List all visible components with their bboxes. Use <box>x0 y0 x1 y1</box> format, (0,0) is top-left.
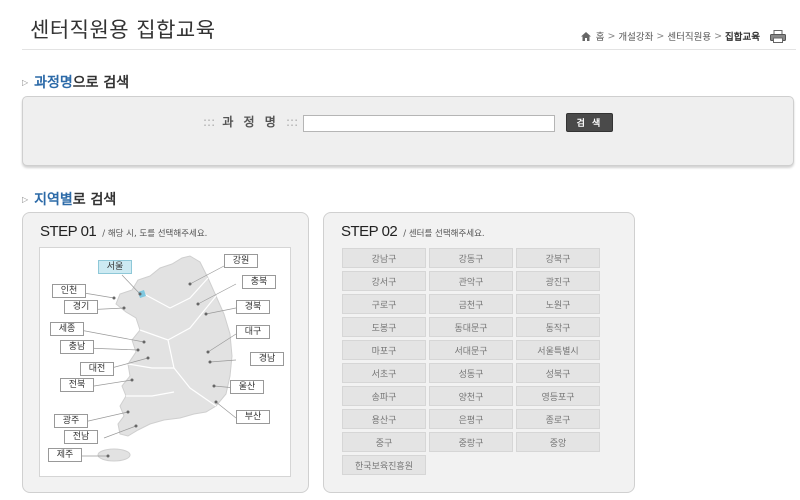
breadcrumb-separator: > <box>607 30 616 42</box>
course-name-input[interactable] <box>303 115 555 132</box>
label-dots-left: ::: <box>203 115 216 129</box>
center-button[interactable]: 성동구 <box>429 363 513 383</box>
triangle-bullet-icon: ▷ <box>22 194 29 204</box>
center-button[interactable]: 마포구 <box>342 340 426 360</box>
label-dots-right: ::: <box>286 115 299 129</box>
course-name-label: ::: 과 정 명 ::: <box>203 113 298 130</box>
breadcrumb-center-staff[interactable]: 센터직원용 <box>667 29 711 43</box>
region-jeonnam[interactable]: 전남 <box>64 430 98 444</box>
region-jeju[interactable]: 제주 <box>48 448 82 462</box>
course-search-heading-highlight: 과정명 <box>34 75 73 91</box>
search-button[interactable]: 검 색 <box>566 113 613 132</box>
step2-description: / 센터를 선택해주세요. <box>403 229 485 239</box>
center-button[interactable]: 강동구 <box>429 248 513 268</box>
center-button[interactable]: 용산구 <box>342 409 426 429</box>
title-divider <box>22 49 796 50</box>
center-button[interactable]: 관악구 <box>429 271 513 291</box>
region-search-heading-highlight: 지역별 <box>34 192 73 208</box>
region-daejeon[interactable]: 대전 <box>80 362 114 376</box>
center-button[interactable]: 노원구 <box>516 294 600 314</box>
center-button[interactable]: 양천구 <box>429 386 513 406</box>
center-button[interactable]: 중구 <box>342 432 426 452</box>
region-gangwon[interactable]: 강원 <box>224 254 258 268</box>
region-gyeongbuk[interactable]: 경북 <box>236 300 270 314</box>
center-button[interactable]: 광진구 <box>516 271 600 291</box>
center-button[interactable]: 동작구 <box>516 317 600 337</box>
center-button[interactable]: 한국보육진흥원 <box>342 455 426 475</box>
breadcrumb: 홈 > 개설강좌 > 센터직원용 > 집합교육 <box>580 29 786 43</box>
region-jeonbuk[interactable]: 전북 <box>60 378 94 392</box>
course-search-heading: ▷ 과정명 으로 검색 <box>22 72 129 92</box>
breadcrumb-separator: > <box>656 30 665 42</box>
page-title: 센터직원용 집합교육 <box>30 18 216 42</box>
center-button[interactable]: 송파구 <box>342 386 426 406</box>
breadcrumb-open-courses[interactable]: 개설강좌 <box>618 29 653 43</box>
region-sejong[interactable]: 세종 <box>50 322 84 336</box>
printer-icon[interactable] <box>770 29 786 43</box>
center-button[interactable]: 강남구 <box>342 248 426 268</box>
home-icon <box>580 31 591 41</box>
region-gwangju[interactable]: 광주 <box>54 414 88 428</box>
step1-header: STEP 01 / 해당 시, 도를 선택해주세요. <box>40 223 207 240</box>
region-chungbuk[interactable]: 충북 <box>242 275 276 289</box>
step2-header: STEP 02 / 센터를 선택해주세요. <box>341 223 485 240</box>
center-button[interactable]: 서울특별시 <box>516 340 600 360</box>
center-button[interactable]: 성북구 <box>516 363 600 383</box>
center-button[interactable]: 은평구 <box>429 409 513 429</box>
step2-panel: STEP 02 / 센터를 선택해주세요. 강남구 강동구 강북구강서구 관악구 광진구… <box>323 212 635 493</box>
center-button[interactable]: 도봉구 <box>342 317 426 337</box>
center-button[interactable]: 금천구 <box>429 294 513 314</box>
center-button[interactable]: 중랑구 <box>429 432 513 452</box>
region-chungnam[interactable]: 충남 <box>60 340 94 354</box>
course-search-box: ::: 과 정 명 ::: 검 색 <box>22 96 794 166</box>
breadcrumb-current: 집합교육 <box>725 32 760 43</box>
center-button[interactable]: 서초구 <box>342 363 426 383</box>
region-ulsan[interactable]: 울산 <box>230 380 264 394</box>
step2-number: STEP 02 <box>341 223 398 240</box>
center-button[interactable]: 중앙 <box>516 432 600 452</box>
region-daegu[interactable]: 대구 <box>236 325 270 339</box>
center-button[interactable]: 서대문구 <box>429 340 513 360</box>
center-button[interactable]: 종로구 <box>516 409 600 429</box>
region-gyeongnam[interactable]: 경남 <box>250 352 284 366</box>
region-busan[interactable]: 부산 <box>236 410 270 424</box>
step1-description: / 해당 시, 도를 선택해주세요. <box>102 229 208 239</box>
region-search-heading-rest: 로 검색 <box>72 192 117 208</box>
triangle-bullet-icon: ▷ <box>22 77 29 87</box>
center-button[interactable]: 구로구 <box>342 294 426 314</box>
breadcrumb-home[interactable]: 홈 <box>596 29 605 43</box>
korea-map: 서울 강원 인천 충북 경기 경북 세종 대구 충남 경남 대전 전북 울산 부… <box>39 247 291 477</box>
course-name-label-text: 과 정 명 <box>222 115 279 129</box>
center-button[interactable]: 강서구 <box>342 271 426 291</box>
step1-number: STEP 01 <box>40 223 97 240</box>
breadcrumb-separator: > <box>714 30 723 42</box>
region-search-heading: ▷ 지역별 로 검색 <box>22 189 116 209</box>
center-button[interactable]: 동대문구 <box>429 317 513 337</box>
course-search-heading-rest: 으로 검색 <box>72 75 130 91</box>
center-button[interactable]: 영등포구 <box>516 386 600 406</box>
step1-panel: STEP 01 / 해당 시, 도를 선택해주세요. 서울 강원 인천 충북 경… <box>22 212 309 493</box>
region-incheon[interactable]: 인천 <box>52 284 86 298</box>
center-button[interactable]: 강북구 <box>516 248 600 268</box>
region-gyeonggi[interactable]: 경기 <box>64 300 98 314</box>
region-seoul[interactable]: 서울 <box>98 260 132 274</box>
center-grid: 강남구 강동구 강북구강서구 관악구 광진구구로구 금천구 노원구도봉구 동대문구 동작구마포구… <box>342 248 600 475</box>
